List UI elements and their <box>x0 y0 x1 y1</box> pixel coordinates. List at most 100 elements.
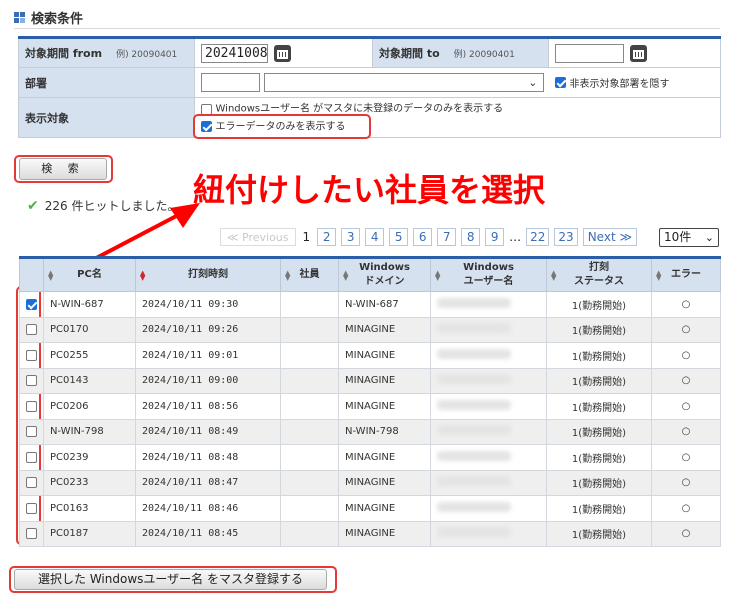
table-row[interactable]: PC0143 2024/10/11 09:00 MINAGINE 1(勤務開始) ○ <box>19 367 721 394</box>
check-icon: ✔ <box>27 197 39 214</box>
chevron-down-icon: ⌄ <box>704 231 714 244</box>
cell-employee <box>280 316 339 343</box>
table-row[interactable]: PC0255 2024/10/11 09:01 MINAGINE 1(勤務開始) ○ <box>19 342 721 369</box>
pagination: ≪ Previous 1 2 3 4 5 6 7 8 9 … 22 23 Nex… <box>220 227 638 246</box>
cell-time: 2024/10/11 08:48 <box>135 444 281 471</box>
table-row[interactable]: PC0170 2024/10/11 09:26 MINAGINE 1(勤務開始) ○ <box>19 316 721 343</box>
cell-time: 2024/10/11 08:46 <box>135 495 281 522</box>
cell-pc: PC0163 <box>43 495 136 522</box>
row-checkbox[interactable] <box>26 477 37 488</box>
sort-icon: ▲ ▼ <box>48 269 54 282</box>
pager-page[interactable]: 8 <box>461 227 481 246</box>
pager-page[interactable]: 9 <box>485 227 505 246</box>
cell-time: 2024/10/11 09:00 <box>135 367 281 394</box>
cell-domain: MINAGINE <box>338 316 431 343</box>
pager-page[interactable]: 3 <box>341 227 361 246</box>
cell-error: ○ <box>651 469 721 496</box>
pager-page[interactable]: 7 <box>437 227 457 246</box>
cell-error: ○ <box>651 520 721 547</box>
row-checkbox[interactable] <box>26 426 37 437</box>
cell-error: ○ <box>651 342 721 369</box>
table-row[interactable]: PC0187 2024/10/11 08:45 MINAGINE 1(勤務開始) ○ <box>19 520 721 547</box>
per-page-value: 10件 <box>664 230 692 244</box>
table-row[interactable]: N-WIN-687 2024/10/11 09:30 N-WIN-687 1(勤務開始… <box>19 291 721 318</box>
cell-employee <box>280 469 339 496</box>
cell-pc: PC0233 <box>43 469 136 496</box>
pager-page[interactable]: 23 <box>554 227 578 246</box>
row-checkbox[interactable] <box>26 349 37 361</box>
column-header-domain[interactable]: ▲ ▼ Windows ドメイン <box>338 257 431 292</box>
row-checkbox[interactable] <box>26 502 37 514</box>
table-row[interactable]: PC0233 2024/10/11 08:47 MINAGINE 1(勤務開始) ○ <box>19 469 721 496</box>
row-checkbox[interactable] <box>26 298 37 310</box>
table-row[interactable]: PC0163 2024/10/11 08:46 MINAGINE 1(勤務開始) ○ <box>19 495 721 522</box>
cell-user <box>430 469 547 496</box>
pager-page[interactable]: 4 <box>365 227 385 246</box>
cell-employee <box>280 291 339 318</box>
cell-pc: N-WIN-687 <box>43 291 136 318</box>
cell-user <box>430 520 547 547</box>
row-checkbox[interactable] <box>26 324 37 335</box>
cell-domain: N-WIN-798 <box>338 418 431 445</box>
cell-user <box>430 393 547 420</box>
column-header-error[interactable]: ▲ ▼ エラー <box>651 257 721 292</box>
redacted-value <box>437 297 511 308</box>
pager-next[interactable]: Next ≫ <box>582 227 638 246</box>
row-checkbox[interactable] <box>26 528 37 539</box>
row-checkbox[interactable] <box>26 375 37 386</box>
cell-error: ○ <box>651 291 721 318</box>
column-header-time[interactable]: ▲ ▼ 打刻時刻 <box>135 257 281 292</box>
cell-time: 2024/10/11 08:45 <box>135 520 281 547</box>
cell-status: 1(勤務開始) <box>546 393 652 420</box>
cell-pc: PC0187 <box>43 520 136 547</box>
cell-time: 2024/10/11 09:30 <box>135 291 281 318</box>
cell-pc: PC0206 <box>43 393 136 420</box>
cell-user <box>430 418 547 445</box>
redacted-value <box>437 399 511 410</box>
redacted-value <box>437 323 511 334</box>
column-header-user[interactable]: ▲ ▼ Windows ユーザー名 <box>430 257 547 292</box>
cell-employee <box>280 418 339 445</box>
row-select-cell <box>19 520 44 547</box>
cell-status: 1(勤務開始) <box>546 495 652 522</box>
column-header-status[interactable]: ▲ ▼ 打刻 ステータス <box>546 257 652 292</box>
column-header-employee[interactable]: ▲ ▼ 社員 <box>280 257 339 292</box>
register-master-button[interactable]: 選択した Windowsユーザー名 をマスタ登録する <box>14 569 327 590</box>
table-row[interactable]: PC0206 2024/10/11 08:56 MINAGINE 1(勤務開始) ○ <box>19 393 721 420</box>
row-select-cell <box>19 418 44 445</box>
sort-icon: ▲ ▼ <box>435 269 441 282</box>
cell-pc: PC0239 <box>43 444 136 471</box>
cell-time: 2024/10/11 09:26 <box>135 316 281 343</box>
cell-domain: MINAGINE <box>338 495 431 522</box>
pager-page[interactable]: 2 <box>317 227 337 246</box>
redacted-value <box>437 425 511 436</box>
sort-icon: ▲ ▼ <box>343 269 349 282</box>
pager-page[interactable]: 5 <box>389 227 409 246</box>
table-row[interactable]: N-WIN-798 2024/10/11 08:49 N-WIN-798 1(勤務開始… <box>19 418 721 445</box>
cell-error: ○ <box>651 495 721 522</box>
pager-page[interactable]: 6 <box>413 227 433 246</box>
table-row[interactable]: PC0239 2024/10/11 08:48 MINAGINE 1(勤務開始) ○ <box>19 444 721 471</box>
row-select-cell <box>19 495 44 522</box>
pager-page[interactable]: 22 <box>526 227 550 246</box>
redacted-value <box>437 374 511 385</box>
cell-status: 1(勤務開始) <box>546 367 652 394</box>
cell-user <box>430 342 547 369</box>
cell-status: 1(勤務開始) <box>546 469 652 496</box>
sort-icon: ▲ ▼ <box>285 269 291 282</box>
cell-domain: N-WIN-687 <box>338 291 431 318</box>
cell-status: 1(勤務開始) <box>546 444 652 471</box>
per-page-select[interactable]: 10件 ⌄ <box>659 228 719 247</box>
row-select-cell <box>19 291 44 318</box>
redacted-value <box>437 450 511 461</box>
redacted-value <box>437 501 511 512</box>
column-header-pc[interactable]: ▲ ▼ PC名 <box>43 257 136 292</box>
cell-status: 1(勤務開始) <box>546 418 652 445</box>
row-checkbox[interactable] <box>26 451 37 463</box>
cell-user <box>430 291 547 318</box>
pager-ellipsis: … <box>509 229 522 244</box>
row-checkbox[interactable] <box>26 400 37 412</box>
cell-domain: MINAGINE <box>338 342 431 369</box>
cell-domain: MINAGINE <box>338 393 431 420</box>
cell-employee <box>280 495 339 522</box>
